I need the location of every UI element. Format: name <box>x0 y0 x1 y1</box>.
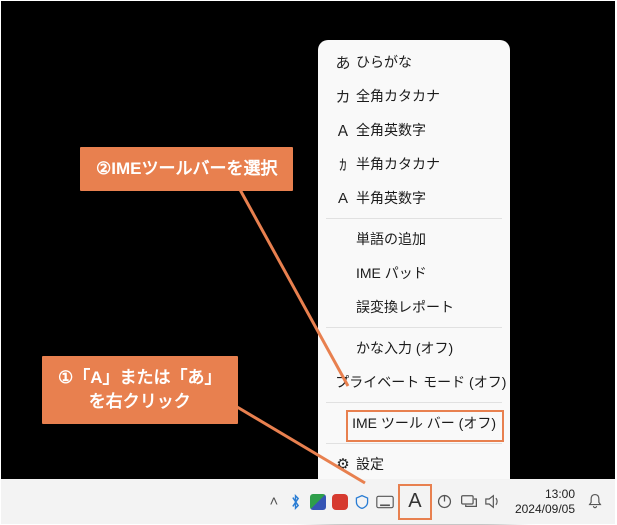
menu-item-ime-toolbar[interactable]: • IME ツール バー (オフ) <box>318 406 510 440</box>
halfwidth-kana-icon: ｶ <box>330 154 356 175</box>
menu-label: ひらがな <box>356 52 496 72</box>
fullwidth-a-icon: Ａ <box>330 120 356 141</box>
menu-item-settings[interactable]: ⚙ 設定 <box>318 447 510 481</box>
ime-mode-indicator[interactable]: A <box>398 484 432 520</box>
menu-item-fullwidth-katakana[interactable]: カ 全角カタカナ <box>318 79 510 113</box>
menu-label: 全角英数字 <box>356 120 496 140</box>
menu-item-halfwidth-alnum[interactable]: A 半角英数字 <box>318 181 510 215</box>
menu-item-add-word[interactable]: • 単語の追加 <box>318 222 510 256</box>
app-tray-icon-2[interactable] <box>329 479 351 524</box>
chevron-up-icon[interactable]: ˄ <box>263 479 285 524</box>
katakana-icon: カ <box>330 86 356 107</box>
menu-label: プライベート モード (オフ) <box>335 372 506 392</box>
menu-separator <box>326 327 502 328</box>
menu-label: 半角カタカナ <box>356 154 496 174</box>
menu-label: 単語の追加 <box>356 229 496 249</box>
menu-label: 半角英数字 <box>356 188 496 208</box>
volume-icon[interactable] <box>481 479 505 524</box>
notifications-icon[interactable] <box>581 493 609 510</box>
power-icon[interactable] <box>433 479 457 524</box>
menu-separator <box>326 218 502 219</box>
bluetooth-icon[interactable] <box>285 479 307 524</box>
ime-context-menu: あ ひらがな カ 全角カタカナ Ａ 全角英数字 ｶ 半角カタカナ A 半角英数字… <box>318 40 510 520</box>
taskbar: ˄ A 13:00 2024/09/05 <box>1 479 615 524</box>
system-tray: ˄ A 13:00 2024/09/05 <box>263 479 615 524</box>
menu-item-misconversion-report[interactable]: • 誤変換レポート <box>318 290 510 324</box>
menu-item-fullwidth-alnum[interactable]: Ａ 全角英数字 <box>318 113 510 147</box>
menu-label: 全角カタカナ <box>356 86 496 106</box>
gear-icon: ⚙ <box>330 455 356 473</box>
clock-time: 13:00 <box>545 487 575 502</box>
menu-separator <box>326 402 502 403</box>
menu-label: IME パッド <box>356 263 496 283</box>
menu-item-private-mode[interactable]: • プライベート モード (オフ) <box>318 365 510 399</box>
menu-label: かな入力 (オフ) <box>356 338 496 358</box>
menu-item-ime-pad[interactable]: • IME パッド <box>318 256 510 290</box>
menu-item-halfwidth-katakana[interactable]: ｶ 半角カタカナ <box>318 147 510 181</box>
menu-label: 誤変換レポート <box>356 297 496 317</box>
app-tray-icon-1[interactable] <box>307 479 329 524</box>
annotation-callout-2: ②IMEツールバーを選択 <box>80 147 293 191</box>
callout1-line1: ①「A」または「あ」 <box>58 368 222 387</box>
callout1-line2: を右クリック <box>89 392 191 411</box>
menu-label: 設定 <box>356 454 496 474</box>
halfwidth-a-icon: A <box>330 190 356 207</box>
hiragana-icon: あ <box>330 52 356 73</box>
menu-item-kana-input[interactable]: • かな入力 (オフ) <box>318 331 510 365</box>
menu-item-hiragana[interactable]: あ ひらがな <box>318 45 510 79</box>
clock[interactable]: 13:00 2024/09/05 <box>505 487 581 517</box>
network-icon[interactable] <box>457 479 481 524</box>
annotation-callout-1: ①「A」または「あ」 を右クリック <box>42 356 238 424</box>
menu-label: IME ツール バー (オフ) <box>352 413 496 433</box>
keyboard-layout-icon[interactable] <box>373 479 397 524</box>
menu-separator <box>326 443 502 444</box>
security-icon[interactable] <box>351 479 373 524</box>
clock-date: 2024/09/05 <box>515 502 575 517</box>
